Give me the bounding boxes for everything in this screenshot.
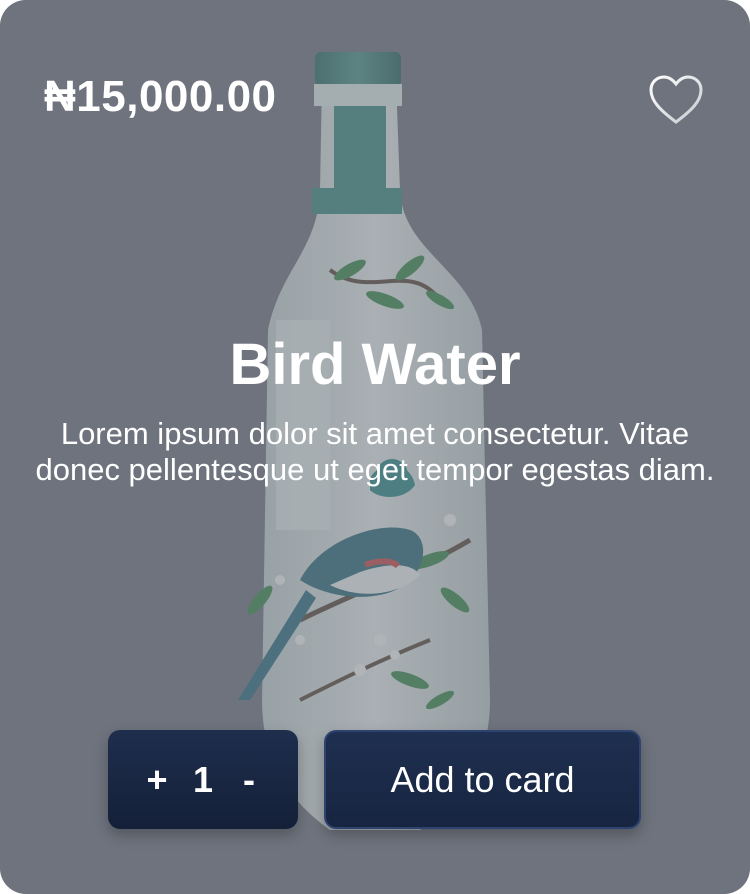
product-description: Lorem ipsum dolor sit amet consectetur. … [35,416,715,487]
quantity-stepper: + 1 - [108,730,298,829]
product-card: ₦15,000.00 Bird Water Lorem ipsum dolor … [0,0,750,894]
product-name: Bird Water [229,332,521,397]
favorite-button[interactable] [646,72,706,128]
add-to-cart-button[interactable]: Add to card [324,730,641,829]
decrement-button[interactable]: - [236,759,262,801]
increment-button[interactable]: + [144,759,170,801]
heart-outline-icon [649,75,703,124]
quantity-value: 1 [192,758,214,800]
product-price: ₦15,000.00 [44,72,277,121]
